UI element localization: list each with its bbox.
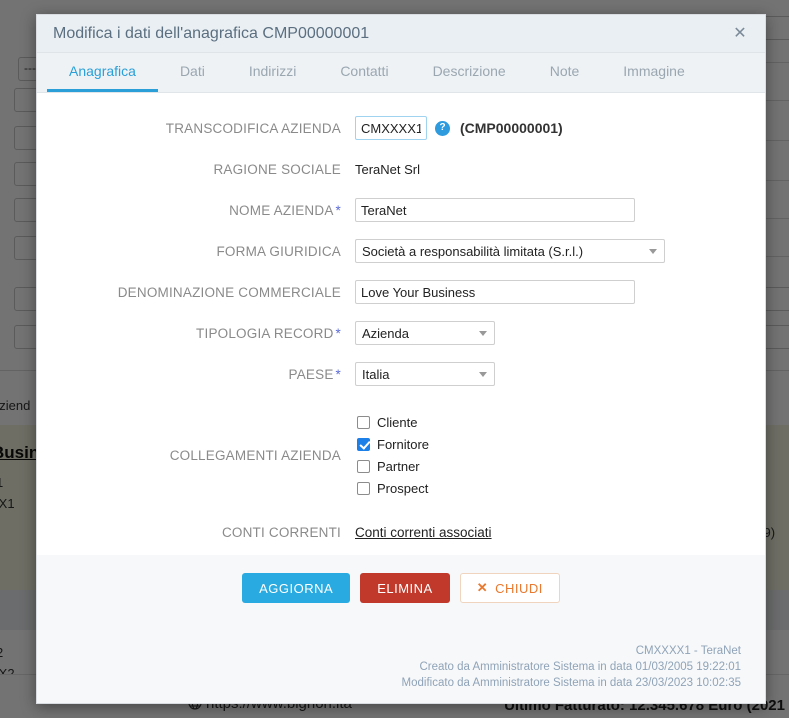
field-row-paese: PAESE* Italia xyxy=(65,357,737,391)
forma-giuridica-value: Società a responsabilità limitata (S.r.l… xyxy=(362,244,583,259)
label-paese-text: PAESE xyxy=(289,367,334,382)
transcodifica-code: (CMP00000001) xyxy=(460,120,563,136)
field-row-tipologia-record: TIPOLOGIA RECORD* Azienda xyxy=(65,316,737,350)
checkbox-partner[interactable] xyxy=(357,460,370,473)
checkbox-row-prospect[interactable]: Prospect xyxy=(357,481,429,496)
checkbox-fornitore[interactable] xyxy=(357,438,370,451)
field-row-transcodifica: TRANSCODIFICA AZIENDA ? (CMP00000001) xyxy=(65,111,737,145)
tipologia-record-value: Azienda xyxy=(362,326,409,341)
modal-button-bar: AGGIORNA ELIMINA ✕ CHIUDI xyxy=(57,573,745,603)
label-nome-azienda-text: NOME AZIENDA xyxy=(229,203,333,218)
delete-button[interactable]: ELIMINA xyxy=(360,573,450,603)
metadata-line-3: Modificato da Amministratore Sistema in … xyxy=(57,675,741,691)
metadata-line-2: Creato da Amministratore Sistema in data… xyxy=(57,659,741,675)
checkbox-row-cliente[interactable]: Cliente xyxy=(357,415,429,430)
update-button[interactable]: AGGIORNA xyxy=(242,573,350,603)
field-row-nome-azienda: NOME AZIENDA* xyxy=(65,193,737,227)
checkbox-label-cliente: Cliente xyxy=(377,415,417,430)
tab-contatti[interactable]: Contatti xyxy=(318,53,410,92)
required-marker: * xyxy=(336,367,341,382)
label-tipologia-record: TIPOLOGIA RECORD* xyxy=(65,326,355,341)
label-forma-giuridica: FORMA GIURIDICA xyxy=(65,244,355,259)
field-row-ragione-sociale: RAGIONE SOCIALE TeraNet Srl xyxy=(65,152,737,186)
checkbox-prospect[interactable] xyxy=(357,482,370,495)
forma-giuridica-select[interactable]: Società a responsabilità limitata (S.r.l… xyxy=(355,239,665,263)
help-icon[interactable]: ? xyxy=(435,121,450,136)
tipologia-record-select[interactable]: Azienda xyxy=(355,321,495,345)
modal-title: Modifica i dati dell'anagrafica CMP00000… xyxy=(53,25,729,43)
required-marker: * xyxy=(336,203,341,218)
tab-note[interactable]: Note xyxy=(528,53,602,92)
checkbox-label-fornitore: Fornitore xyxy=(377,437,429,452)
modal-tabs: Anagrafica Dati Indirizzi Contatti Descr… xyxy=(37,53,765,93)
checkbox-row-fornitore[interactable]: Fornitore xyxy=(357,437,429,452)
transcodifica-input[interactable] xyxy=(355,116,427,140)
close-button[interactable]: ✕ CHIUDI xyxy=(460,573,560,603)
label-nome-azienda: NOME AZIENDA* xyxy=(65,203,355,218)
close-icon[interactable]: ✕ xyxy=(729,23,751,45)
checkbox-label-prospect: Prospect xyxy=(377,481,428,496)
denominazione-commerciale-input[interactable] xyxy=(355,280,635,304)
checkbox-row-partner[interactable]: Partner xyxy=(357,459,429,474)
chevron-down-icon xyxy=(479,372,487,377)
modal-header: Modifica i dati dell'anagrafica CMP00000… xyxy=(37,15,765,53)
tab-indirizzi[interactable]: Indirizzi xyxy=(227,53,318,92)
label-collegamenti-azienda: COLLEGAMENTI AZIENDA xyxy=(65,448,355,463)
field-row-conti-correnti: CONTI CORRENTI Conti correnti associati xyxy=(65,515,737,549)
label-conti-correnti: CONTI CORRENTI xyxy=(65,525,355,540)
nome-azienda-input[interactable] xyxy=(355,198,635,222)
tab-anagrafica[interactable]: Anagrafica xyxy=(47,53,158,92)
close-icon: ✕ xyxy=(477,580,488,596)
modal-body: TRANSCODIFICA AZIENDA ? (CMP00000001) RA… xyxy=(37,93,765,555)
checkbox-cliente[interactable] xyxy=(357,416,370,429)
record-metadata: CMXXXX1 - TeraNet Creato da Amministrato… xyxy=(57,643,745,693)
ragione-sociale-value: TeraNet Srl xyxy=(355,162,420,177)
tab-immagine[interactable]: Immagine xyxy=(601,53,706,92)
required-marker: * xyxy=(336,326,341,341)
paese-value: Italia xyxy=(362,367,389,382)
label-tipologia-record-text: TIPOLOGIA RECORD xyxy=(196,326,333,341)
tab-descrizione[interactable]: Descrizione xyxy=(411,53,528,92)
field-row-denominazione-commerciale: DENOMINAZIONE COMMERCIALE xyxy=(65,275,737,309)
conti-correnti-link[interactable]: Conti correnti associati xyxy=(355,525,492,540)
modal-footer: AGGIORNA ELIMINA ✕ CHIUDI CMXXXX1 - Tera… xyxy=(37,555,765,703)
label-paese: PAESE* xyxy=(65,367,355,382)
label-denominazione-commerciale: DENOMINAZIONE COMMERCIALE xyxy=(65,285,355,300)
field-row-forma-giuridica: FORMA GIURIDICA Società a responsabilità… xyxy=(65,234,737,268)
label-ragione-sociale: RAGIONE SOCIALE xyxy=(65,162,355,177)
collegamenti-checkbox-group: Cliente Fornitore Partner Prospect xyxy=(355,415,429,496)
checkbox-label-partner: Partner xyxy=(377,459,420,474)
metadata-line-1: CMXXXX1 - TeraNet xyxy=(57,643,741,659)
field-row-collegamenti: COLLEGAMENTI AZIENDA Cliente Fornitore P… xyxy=(65,403,737,507)
chevron-down-icon xyxy=(649,249,657,254)
close-button-label: CHIUDI xyxy=(495,581,543,596)
tab-dati[interactable]: Dati xyxy=(158,53,227,92)
label-transcodifica: TRANSCODIFICA AZIENDA xyxy=(65,121,355,136)
edit-anagrafica-modal: Modifica i dati dell'anagrafica CMP00000… xyxy=(36,14,766,704)
chevron-down-icon xyxy=(479,331,487,336)
paese-select[interactable]: Italia xyxy=(355,362,495,386)
